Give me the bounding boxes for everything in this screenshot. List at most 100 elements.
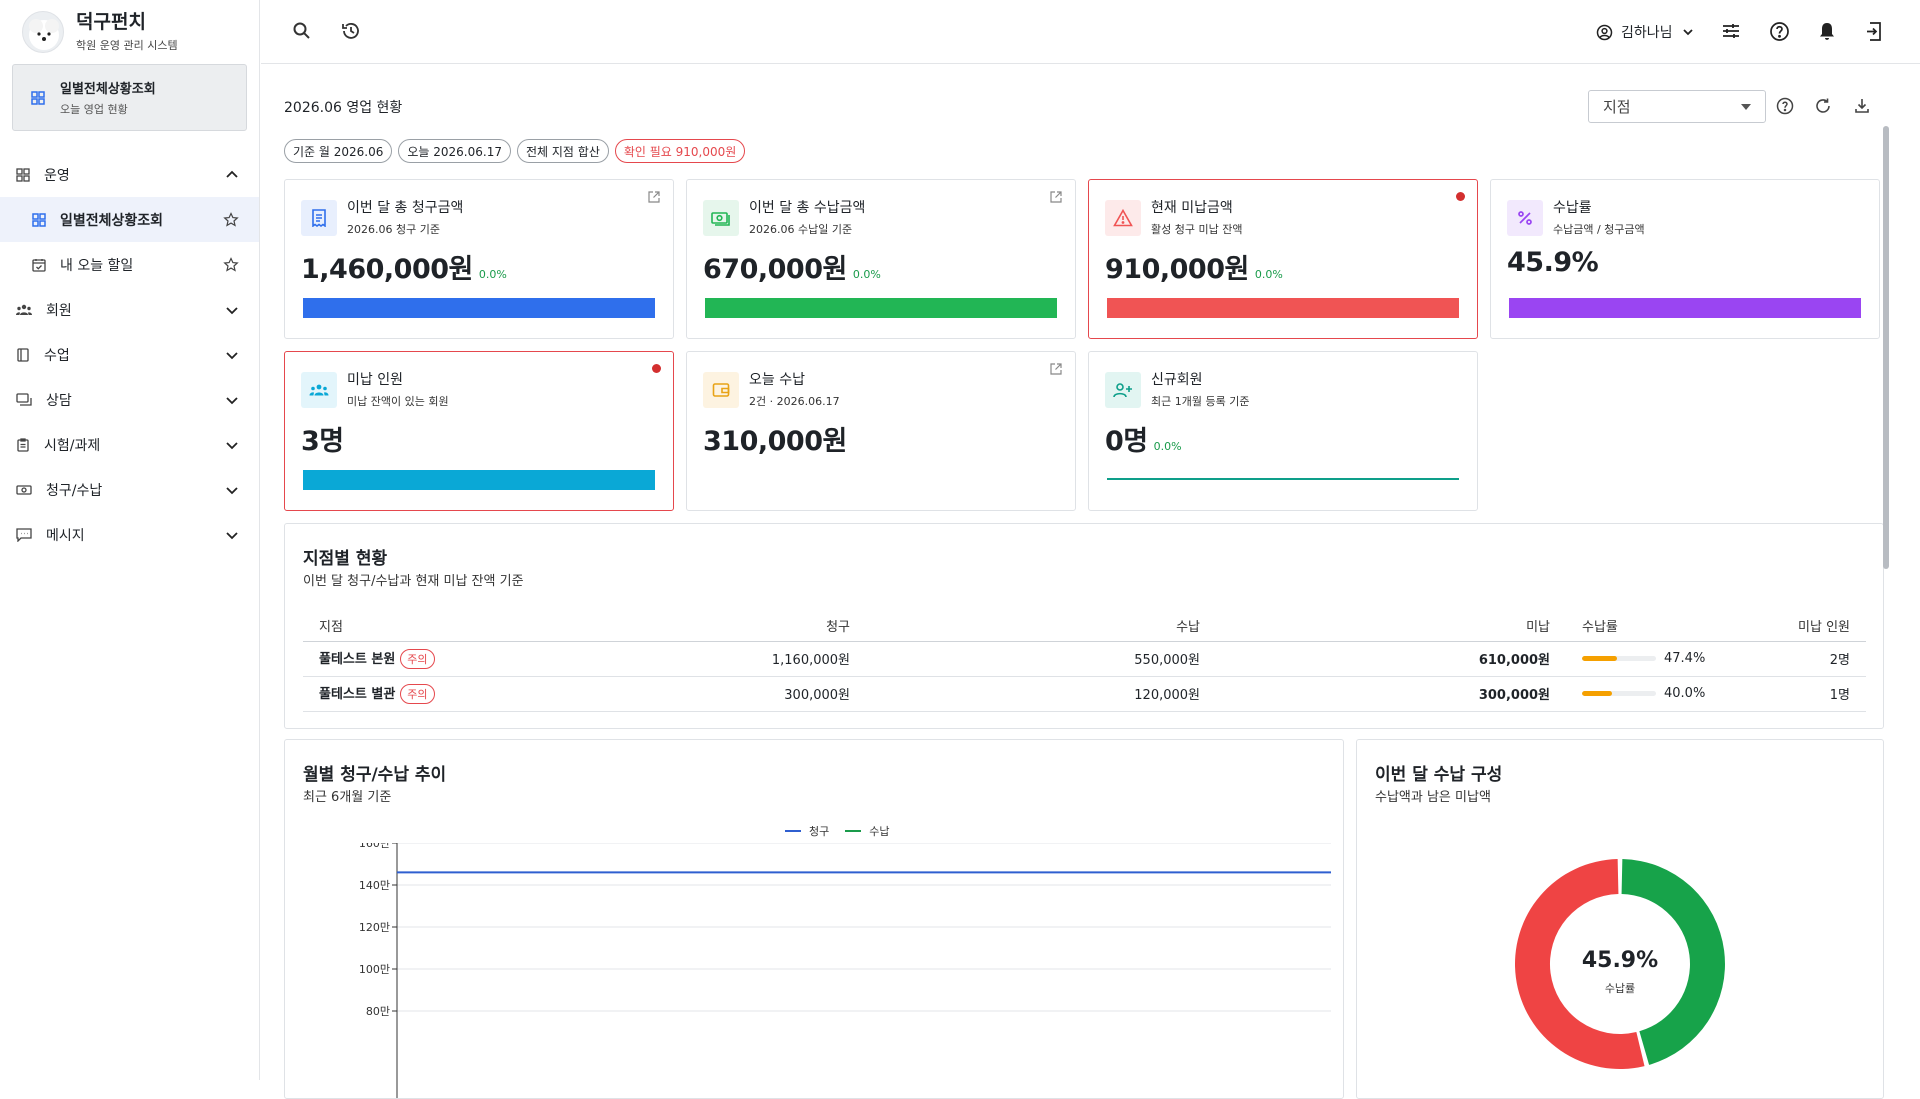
warning-badge: 주의 bbox=[400, 649, 435, 669]
kpi-title: 오늘 수납 bbox=[749, 372, 805, 388]
donut-center-label: 수납률 bbox=[1605, 982, 1635, 995]
open-link-icon[interactable] bbox=[1049, 190, 1063, 204]
branch-name: 풀테스트 본원 bbox=[319, 652, 396, 667]
kpi-card-today-payment[interactable]: 오늘 수납 2건 · 2026.06.17 310,000원 bbox=[686, 351, 1076, 511]
rate-bar-fill bbox=[1582, 691, 1612, 696]
open-link-icon[interactable] bbox=[1049, 362, 1063, 376]
kpi-bar bbox=[1107, 298, 1459, 318]
people-cell: 1명 bbox=[1726, 676, 1866, 712]
star-icon[interactable] bbox=[223, 211, 239, 228]
settings-sliders-icon[interactable] bbox=[1718, 18, 1744, 44]
branch-cell: 풀테스트 별관 주의 bbox=[303, 676, 603, 712]
legend-item-paid[interactable]: 수납 bbox=[845, 823, 890, 839]
nav-section-consulting[interactable]: 상담 bbox=[0, 377, 259, 422]
quick-access-card[interactable]: 일별전체상황조회 오늘 영업 현황 bbox=[12, 64, 247, 131]
chevron-down-icon[interactable] bbox=[225, 348, 239, 362]
chevron-down-icon[interactable] bbox=[225, 393, 239, 407]
column-header[interactable]: 지점 bbox=[303, 611, 603, 642]
column-header[interactable]: 미납 bbox=[1200, 611, 1550, 642]
monthly-trend-panel: 월별 청구/수납 추이 최근 6개월 기준 청구 수납 160만 140만 120만… bbox=[284, 739, 1344, 1099]
chevron-down-icon bbox=[1682, 26, 1694, 38]
column-header[interactable]: 미납 인원 bbox=[1726, 611, 1866, 642]
bell-icon[interactable] bbox=[1814, 18, 1840, 44]
table-row[interactable]: 풀테스트 별관 주의 300,000원 120,000원 300,000원 40.… bbox=[303, 676, 1866, 712]
brand-name: 덕구펀치 bbox=[76, 10, 146, 33]
page-title: 2026.06 영업 현황 bbox=[284, 100, 403, 116]
nav-section-billing[interactable]: 청구/수납 bbox=[0, 467, 259, 512]
nav-section-messages[interactable]: 메시지 bbox=[0, 512, 259, 557]
search-icon[interactable] bbox=[289, 18, 315, 44]
table-header-row: 지점 청구 수납 미납 수납률 미납 인원 bbox=[303, 611, 1866, 642]
nav-section-classes[interactable]: 수업 bbox=[0, 332, 259, 377]
column-header[interactable]: 수납률 bbox=[1550, 611, 1726, 642]
people-cell: 2명 bbox=[1726, 641, 1866, 677]
nav-item-label: 일별전체상황조회 bbox=[60, 212, 164, 229]
user-menu[interactable]: 김하나님 bbox=[1596, 20, 1694, 44]
nav-section-label: 회원 bbox=[46, 302, 72, 319]
star-icon[interactable] bbox=[223, 256, 239, 273]
branch-select[interactable]: 지점 bbox=[1588, 90, 1766, 123]
column-header[interactable]: 수납 bbox=[850, 611, 1200, 642]
chevron-up-icon[interactable] bbox=[225, 168, 239, 182]
nav-section-label: 수업 bbox=[44, 347, 70, 364]
kpi-card-current-unpaid[interactable]: 현재 미납금액 활성 청구 미납 잔액 910,000원 0.0% bbox=[1088, 179, 1478, 339]
kpi-value-text: 45.9% bbox=[1507, 247, 1599, 278]
billed-cell: 300,000원 bbox=[603, 676, 850, 712]
open-link-icon[interactable] bbox=[647, 190, 661, 204]
help-icon[interactable] bbox=[1766, 18, 1792, 44]
history-icon[interactable] bbox=[338, 18, 364, 44]
kpi-card-unpaid-members[interactable]: 미납 인원 미납 잔액이 있는 회원 3명 bbox=[284, 351, 674, 511]
kpi-card-total-billed[interactable]: 이번 달 총 청구금액 2026.06 청구 기준 1,460,000원 0.0% bbox=[284, 179, 674, 339]
kpi-subtitle: 수납금액 / 청구금액 bbox=[1553, 223, 1645, 236]
table-row[interactable]: 풀테스트 본원 주의 1,160,000원 550,000원 610,000원 4… bbox=[303, 641, 1866, 677]
scrollbar[interactable] bbox=[1880, 108, 1892, 1090]
nav-section-exams[interactable]: 시험/과제 bbox=[0, 422, 259, 467]
chevron-down-icon[interactable] bbox=[225, 483, 239, 497]
rate-cell: 47.4% bbox=[1550, 641, 1726, 677]
nav-item-my-todo[interactable]: 내 오늘 할일 bbox=[0, 242, 259, 287]
kpi-subtitle: 2026.06 수납일 기준 bbox=[749, 223, 853, 236]
kpi-card-payment-rate[interactable]: 수납률 수납금액 / 청구금액 45.9% bbox=[1490, 179, 1880, 339]
receipt-icon bbox=[301, 200, 337, 236]
branch-cell: 풀테스트 본원 주의 bbox=[303, 641, 603, 677]
nav-section-members[interactable]: 회원 bbox=[0, 287, 259, 332]
chevron-down-icon[interactable] bbox=[225, 303, 239, 317]
paid-cell: 550,000원 bbox=[850, 641, 1200, 677]
refresh-icon[interactable] bbox=[1811, 94, 1835, 118]
nav-section-label: 상담 bbox=[46, 392, 72, 409]
nav-item-daily-status[interactable]: 일별전체상황조회 bbox=[0, 197, 259, 242]
kpi-bar bbox=[705, 298, 1057, 318]
kpi-value: 670,000원 0.0% bbox=[703, 247, 881, 286]
grid-icon bbox=[16, 167, 30, 182]
donut-chart: 45.9% 수납률 bbox=[1514, 859, 1725, 1070]
nav-section-ops[interactable]: 운영 bbox=[0, 152, 259, 197]
branch-table: 지점 청구 수납 미납 수납률 미납 인원 풀테스트 본원 주의 1,160,00… bbox=[303, 611, 1866, 712]
chevron-down-icon[interactable] bbox=[225, 528, 239, 542]
chevron-down-icon[interactable] bbox=[225, 438, 239, 452]
panel-subtitle: 최근 6개월 기준 bbox=[303, 790, 392, 805]
legend-item-billed[interactable]: 청구 bbox=[785, 823, 829, 839]
help-icon[interactable] bbox=[1773, 94, 1797, 118]
alert-dot bbox=[652, 364, 661, 373]
legend-label: 수납 bbox=[869, 825, 890, 838]
rate-bar bbox=[1582, 656, 1656, 661]
brand[interactable]: 덕구펀치 학원 운영 관리 시스템 bbox=[0, 0, 259, 63]
kpi-value: 1,460,000원 0.0% bbox=[301, 247, 507, 286]
column-header[interactable]: 청구 bbox=[603, 611, 850, 642]
kpi-card-total-paid[interactable]: 이번 달 총 수납금액 2026.06 수납일 기준 670,000원 0.0% bbox=[686, 179, 1076, 339]
kpi-card-new-members[interactable]: 신규회원 최근 1개월 등록 기준 0명 0.0% bbox=[1088, 351, 1478, 511]
warning-badge: 주의 bbox=[400, 684, 435, 704]
percent-icon bbox=[1507, 200, 1543, 236]
kpi-title: 신규회원 bbox=[1151, 372, 1203, 388]
kpi-title: 미납 인원 bbox=[347, 372, 403, 388]
caret-down-icon bbox=[1741, 103, 1751, 110]
logout-icon[interactable] bbox=[1862, 18, 1888, 44]
nav-section-label: 시험/과제 bbox=[44, 437, 101, 454]
panel-subtitle: 수납액과 남은 미납액 bbox=[1375, 790, 1491, 805]
book-icon bbox=[16, 347, 30, 362]
download-icon[interactable] bbox=[1850, 94, 1874, 118]
scrollbar-thumb[interactable] bbox=[1883, 126, 1889, 569]
kpi-value: 910,000원 0.0% bbox=[1105, 247, 1283, 286]
nav-section-label: 청구/수납 bbox=[46, 482, 103, 499]
kpi-line bbox=[1107, 478, 1459, 480]
